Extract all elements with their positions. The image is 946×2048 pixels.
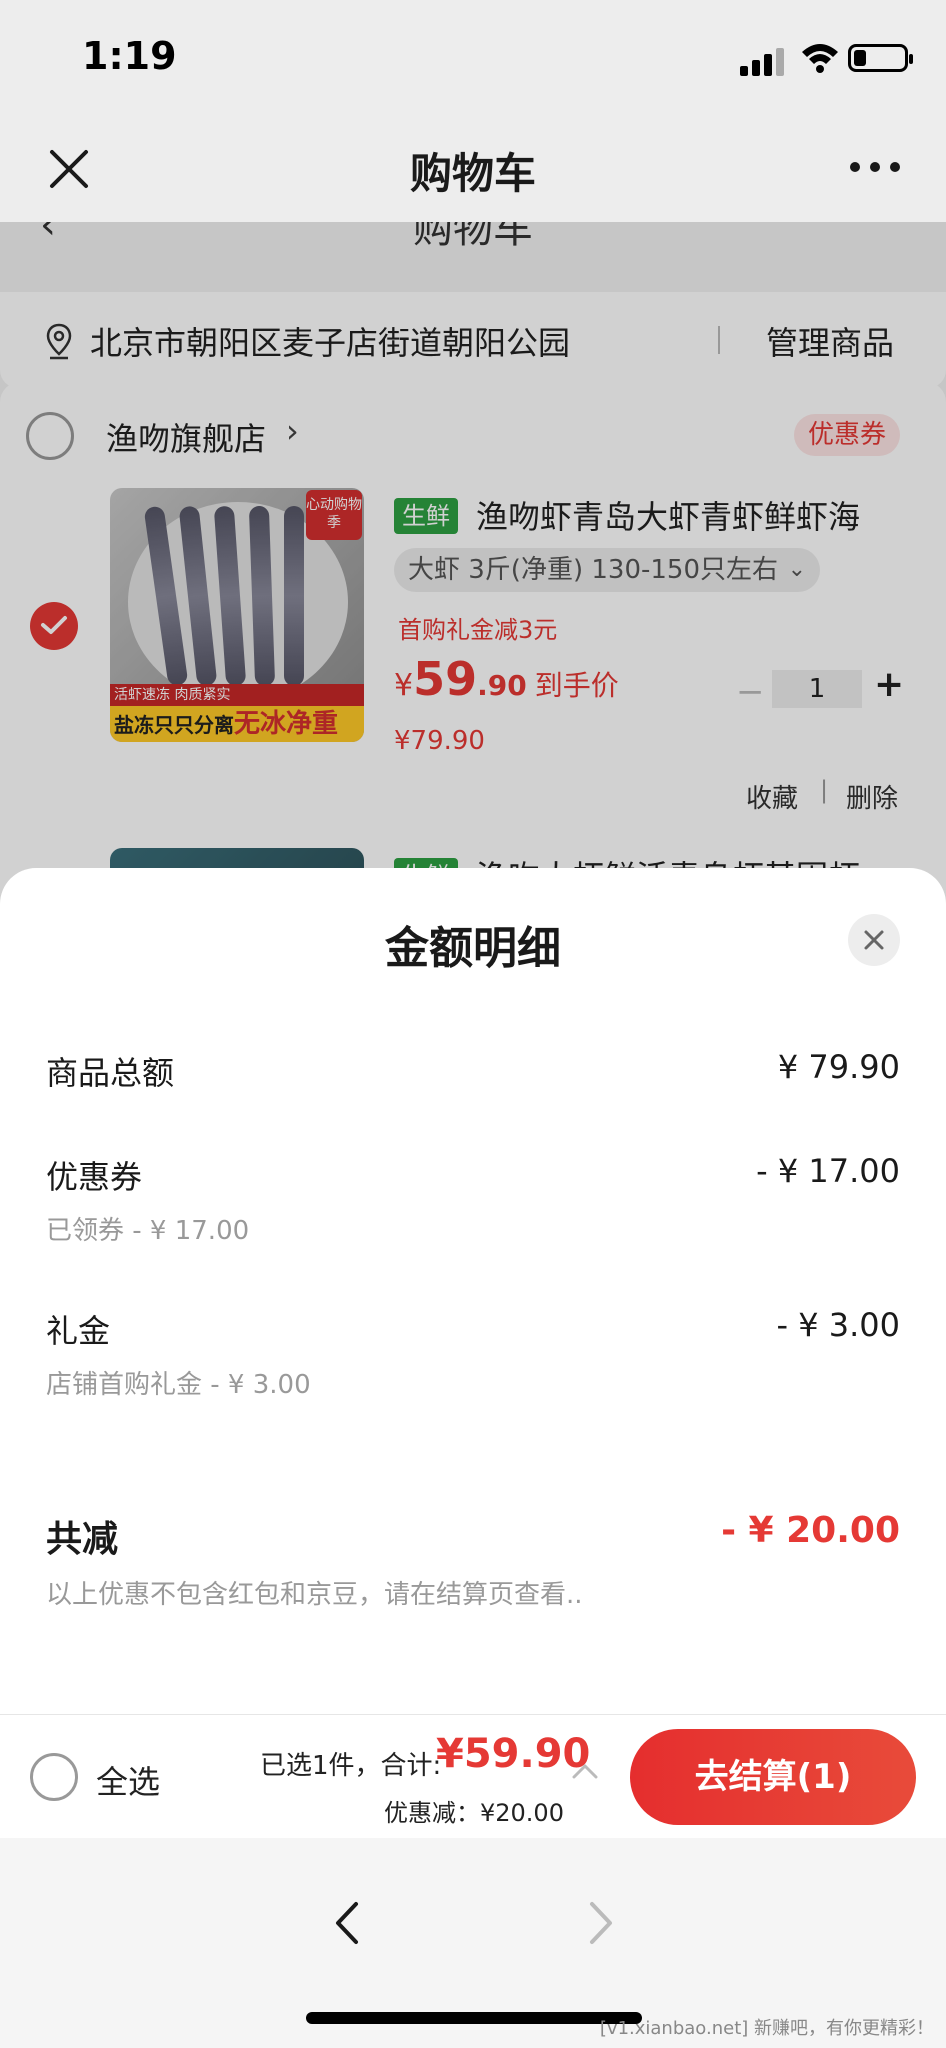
total-discount-label: 共减 [46,1519,119,1560]
total-discount-amount: - ¥ 20.00 [721,1510,900,1551]
home-indicator [306,2012,642,2024]
wifi-icon [802,44,838,73]
chevron-up-icon[interactable] [570,1761,600,1781]
checkout-button[interactable]: 去结算(1) [630,1729,916,1825]
row-amount-subtotal: ¥ 79.90 [777,1048,900,1086]
summary-discount: 优惠减：¥20.00 [384,1799,564,1827]
select-all-label[interactable]: 全选 [96,1757,160,1803]
sheet-title: 金额明细 [385,923,561,974]
row-amount-gift: - ¥ 3.00 [776,1306,901,1344]
total-note: 以上优惠不包含红包和京豆，请在结算页查看.. [46,1580,583,1610]
select-all-checkbox[interactable] [30,1753,78,1801]
row-label-gift: 礼金 [46,1312,111,1350]
selected-summary: 已选1件，合计: [260,1751,442,1781]
back-arrow-icon[interactable] [328,1898,368,1948]
status-bar: 1:19 [0,0,946,110]
nav-bar: 购物车 [0,110,946,222]
forward-arrow-icon[interactable] [580,1898,620,1948]
amount-details-sheet: 金额明细 商品总额 ¥ 79.90 优惠券 - ¥ 17.00 已领券 - ¥ … [0,868,946,1714]
row-label-coupon: 优惠券 [46,1158,143,1196]
watermark: [v1.xianbao.net] 新赚吧，有你更精彩！ [599,2018,934,2039]
row-sub-coupon: 已领券 - ¥ 17.00 [46,1216,250,1246]
browser-toolbar: [v1.xianbao.net] 新赚吧，有你更精彩！ [0,1838,946,2048]
close-icon [864,930,884,950]
battery-icon [848,44,913,72]
row-label-subtotal: 商品总额 [46,1054,175,1092]
more-options-icon[interactable] [850,162,900,174]
checkout-bar: 全选 已选1件，合计: ¥59.90 优惠减：¥20.00 去结算(1) [0,1714,946,1838]
page-title: 购物车 [409,149,536,198]
cellular-signal-icon [740,46,786,76]
row-sub-gift: 店铺首购礼金 - ¥ 3.00 [46,1370,311,1400]
sheet-close-button[interactable] [848,914,900,966]
row-amount-coupon: - ¥ 17.00 [756,1152,900,1190]
status-time: 1:19 [82,34,177,78]
summary-total: ¥59.90 [436,1731,591,1777]
